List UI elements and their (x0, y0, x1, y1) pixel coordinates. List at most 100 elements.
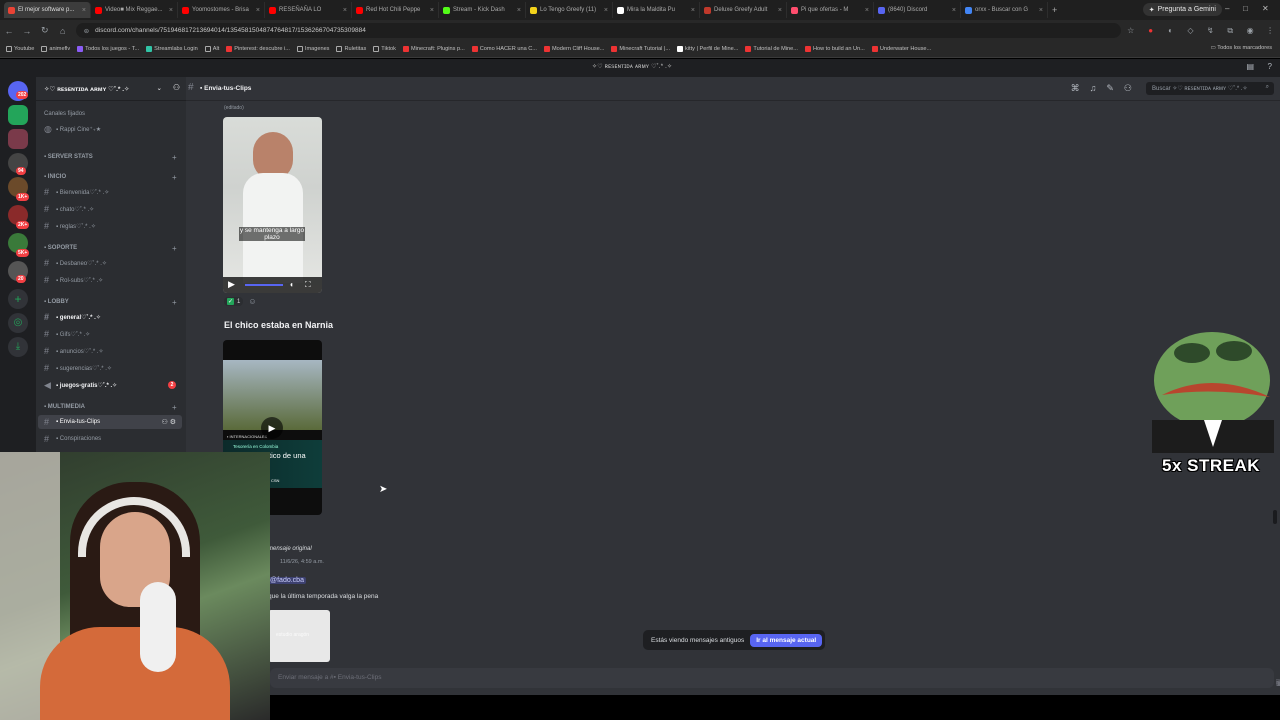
add-channel-icon[interactable]: + (172, 153, 177, 162)
seek-bar[interactable] (245, 284, 283, 286)
extension-icon[interactable]: ● (1141, 26, 1161, 35)
extension-icon[interactable]: ↯ (1200, 26, 1220, 35)
all-bookmarks-button[interactable]: ▭ Todos los marcadores (1211, 45, 1272, 51)
category-multimedia[interactable]: ▪ MULTIMEDIA + (44, 403, 177, 412)
minimize-icon[interactable]: – (1225, 4, 1229, 13)
bookmark-item[interactable]: kitty | Perfil de Mine... (677, 46, 738, 52)
category-server-stats[interactable]: ▪ SERVER STATS + (44, 153, 177, 162)
close-tab-icon[interactable]: × (604, 7, 608, 14)
close-tab-icon[interactable]: × (691, 7, 695, 14)
scrollbar-thumb[interactable] (1273, 510, 1277, 524)
volume-icon[interactable]: ◖ (289, 280, 294, 289)
channel-general[interactable]: # ▪ general♡˚.* .✧ (38, 310, 182, 324)
inbox-icon[interactable]: ▤ (1246, 62, 1254, 71)
play-icon[interactable]: ▶ (228, 279, 235, 290)
message-composer[interactable]: Enviar mensaje a #▪ Envia-tus-Clips ⌸ ▣ … (270, 668, 1280, 688)
play-icon[interactable]: ▶ (261, 417, 283, 439)
extensions-puzzle-icon[interactable]: ⧉ (1220, 26, 1240, 36)
close-tab-icon[interactable]: × (169, 7, 173, 14)
user-mention[interactable]: @fado.cba (268, 577, 306, 584)
maximize-icon[interactable]: □ (1243, 4, 1248, 13)
close-tab-icon[interactable]: × (82, 7, 86, 14)
server-icon[interactable] (8, 129, 28, 149)
add-channel-icon[interactable]: + (172, 173, 177, 182)
site-info-icon[interactable]: ⊜ (84, 27, 89, 35)
bookmark-item[interactable]: Todos los juegos - T... (77, 46, 139, 52)
browser-tab[interactable]: Video■ Mix Reggae... × (91, 2, 178, 18)
browser-tab[interactable]: orxx - Buscar con G × (961, 2, 1048, 18)
back-icon[interactable]: ← (0, 26, 18, 36)
discover-icon[interactable]: ◎ (8, 313, 28, 333)
close-tab-icon[interactable]: × (952, 7, 956, 14)
channel-rol-subs[interactable]: # ▪ Rol-subs♡˚.* .✧ (38, 273, 182, 287)
home-icon[interactable]: ⌂ (54, 26, 72, 36)
browser-tab[interactable]: Deluxe Greefy Adult × (700, 2, 787, 18)
fullscreen-icon[interactable]: ⛶ (305, 280, 311, 290)
notification-bell-icon[interactable]: ♫ (1090, 83, 1097, 94)
browser-tab[interactable]: El mejor software p... × (4, 2, 91, 18)
member-list-icon[interactable]: ⚇ (1124, 83, 1132, 94)
search-input[interactable]: Buscar ✧♡ ʀᴇsᴇɴᴛɪᴅᴀ ᴀʀᴍʏ ♡˚.* .✧ ⌕ (1146, 82, 1274, 95)
pin-icon[interactable]: ✎ (1106, 83, 1114, 94)
browser-tab[interactable]: Yoomostomes - Brisa × (178, 2, 265, 18)
close-tab-icon[interactable]: × (430, 7, 434, 14)
category-inicio[interactable]: ▪ INICIO + (44, 173, 177, 182)
channel-sugerencias[interactable]: # ▪ sugerencias♡˚.* .✧ (38, 361, 182, 375)
bookmark-item[interactable]: Alt (204, 46, 219, 52)
bookmark-item[interactable]: animeflv (41, 46, 70, 52)
close-tab-icon[interactable]: × (517, 7, 521, 14)
bookmark-item[interactable]: Como HACER una C... (471, 46, 537, 52)
video-attachment[interactable]: y se mantenga a largo plazo ▶ ◖ ⛶ (223, 117, 322, 293)
bookmark-item[interactable]: Ruletitas (336, 46, 366, 52)
new-tab-icon[interactable]: + (1052, 5, 1057, 15)
bookmark-item[interactable]: Minecraft Tutorial |... (611, 46, 670, 52)
browser-tab[interactable]: Stream - Kick Dash × (439, 2, 526, 18)
channel-reglas[interactable]: # ▪ reglas♡˚.* .✧ (38, 219, 182, 233)
browser-tab[interactable]: Red Hot Chili Peppe × (352, 2, 439, 18)
add-channel-icon[interactable]: + (172, 298, 177, 307)
channel-bienvenida[interactable]: # ▪ Bienvenida♡˚.* .✧ (38, 185, 182, 199)
reload-icon[interactable]: ↻ (36, 25, 54, 36)
server-icon[interactable] (8, 105, 28, 125)
pinned-channel[interactable]: ◍ ▪ Rappi Cine⁺₊★ (38, 122, 182, 136)
bookmark-item[interactable]: Tiktok (373, 46, 396, 52)
url-field[interactable]: ⊜ discord.com/channels/751946817213694014… (75, 23, 1121, 38)
add-channel-icon[interactable]: + (172, 403, 177, 412)
bookmark-star-icon[interactable]: ☆ (1121, 26, 1141, 35)
bookmark-item[interactable]: How to build an Un... (804, 46, 865, 52)
apps-icon[interactable]: ⁙ (1276, 679, 1280, 687)
threads-icon[interactable]: ⌘ (1071, 83, 1080, 94)
extension-icon[interactable]: ◇ (1181, 26, 1201, 35)
category-lobby[interactable]: ▪ LOBBY + (44, 298, 177, 307)
browser-tab[interactable]: Pi que ofertas - M × (787, 2, 874, 18)
profile-avatar-icon[interactable]: ◉ (1240, 26, 1260, 35)
bookmark-item[interactable]: Youtube (6, 46, 34, 52)
bookmark-item[interactable]: Modern Cliff House... (543, 46, 604, 52)
download-icon[interactable]: ⤓ (8, 337, 28, 357)
forward-icon[interactable]: → (18, 26, 36, 36)
help-icon[interactable]: ? (1268, 62, 1272, 71)
bookmark-item[interactable]: Imagenes (296, 46, 329, 52)
channel-envia-tus-clips[interactable]: # ▪ Envia-tus-Clips ⚇ ⚙ (38, 415, 182, 429)
browser-tab[interactable]: Mira la Maldita Pu × (613, 2, 700, 18)
close-window-icon[interactable]: ✕ (1262, 4, 1269, 13)
server-header[interactable]: ✧♡ ʀᴇsᴇɴᴛɪᴅᴀ ᴀʀᴍʏ ♡˚.* .✧ ⌄ ⚇ (36, 77, 186, 101)
bookmark-item[interactable]: Underwater House... (871, 46, 931, 52)
bookmark-item[interactable]: Tutorial de Mine... (745, 46, 798, 52)
add-server-icon[interactable]: + (8, 289, 28, 309)
add-member-icon[interactable]: ⚇ (173, 83, 180, 92)
close-tab-icon[interactable]: × (256, 7, 260, 14)
channel-anuncios[interactable]: # ▪ anuncios♡˚.* .✧ (38, 344, 182, 358)
channel-conspiraciones[interactable]: # ▪ Conspiraciones (38, 432, 182, 446)
reaction-check[interactable]: ✓ 1 (224, 297, 244, 306)
add-reaction-icon[interactable]: ☺ (248, 297, 256, 306)
bookmark-item[interactable]: Streamlabs Login (146, 46, 198, 52)
close-tab-icon[interactable]: × (778, 7, 782, 14)
channel-juegos-gratis[interactable]: ◀ ▪ juegos-gratis♡˚.* .✧ 2 (38, 378, 182, 392)
jump-to-present-button[interactable]: Ir al mensaje actual (750, 633, 823, 647)
browser-tab[interactable]: Lo Tengo Greefy (11) × (526, 2, 613, 18)
channel-desbaneo[interactable]: # ▪ Desbaneo♡˚.* .✧ (38, 256, 182, 270)
gemini-button[interactable]: ✦ Pregunta a Gemini (1142, 3, 1222, 16)
close-tab-icon[interactable]: × (343, 7, 347, 14)
bookmark-item[interactable]: Minecraft: Plugins p... (402, 46, 465, 52)
